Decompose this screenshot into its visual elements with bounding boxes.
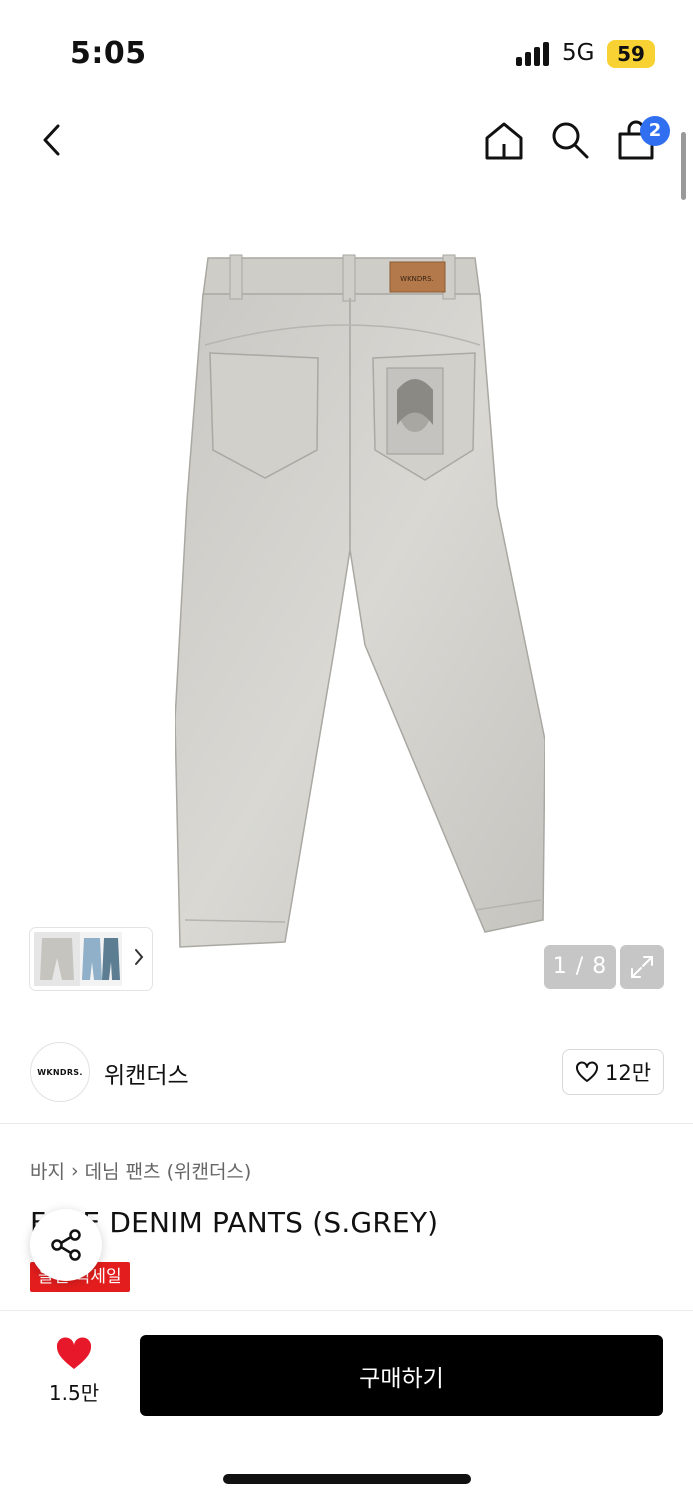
brand-tag-text: WKNDRS. [400,275,434,283]
brand-logo[interactable]: WKNDRS. [30,1042,90,1102]
cart-count-badge: 2 [640,116,670,146]
home-button[interactable] [476,110,532,170]
brand-row: WKNDRS. 위캔더스 12만 [0,1020,693,1124]
brand-like-count: 12만 [604,1061,652,1085]
product-image[interactable]: WKNDRS. [175,250,545,955]
breadcrumb-item-denim[interactable]: 데님 팬츠 (위캔더스) [85,1157,252,1184]
status-bar: 5:05 5G 59 [0,0,693,110]
signal-icon [516,42,552,66]
expand-image-button[interactable] [620,945,664,989]
thumbnail-strip[interactable] [30,928,152,990]
cart-button[interactable]: 2 [608,110,670,170]
home-icon [485,122,523,160]
thumbnail-image[interactable] [34,932,80,986]
page-indicator: 1 / 8 [544,945,616,989]
brand-logo-text: WKNDRS. [37,1067,83,1077]
share-icon [51,1229,81,1261]
brand-like-button[interactable]: 12만 [562,1049,664,1095]
status-time: 5:05 [70,36,147,71]
wishlist-button[interactable]: 1.5만 [30,1337,118,1417]
breadcrumb-separator: › [70,1159,79,1182]
breadcrumb-item-pants[interactable]: 바지 [30,1157,65,1184]
wishlist-count: 1.5만 [48,1381,100,1405]
scrollbar[interactable] [681,132,686,200]
back-arrow-icon [43,124,60,156]
breadcrumb: 바지 › 데님 팬츠 (위캔더스) [30,1157,251,1184]
search-button[interactable] [542,110,598,170]
heart-outline-icon [575,1061,598,1082]
bottom-action-bar: 1.5만 구매하기 [0,1310,693,1500]
heart-filled-icon [56,1337,92,1369]
search-icon [552,122,589,159]
battery-icon: 59 [607,40,655,68]
expand-icon [631,956,653,978]
thumbnail-image[interactable] [80,932,122,986]
chevron-right-icon [135,949,144,965]
top-navigation: 2 [0,110,693,174]
back-button[interactable] [24,110,80,170]
network-type: 5G [562,40,595,66]
battery-level: 59 [617,42,645,66]
share-button[interactable] [30,1209,102,1281]
brand-name[interactable]: 위캔더스 [104,1056,189,1090]
buy-button[interactable]: 구매하기 [140,1335,663,1416]
home-indicator[interactable] [223,1474,471,1484]
